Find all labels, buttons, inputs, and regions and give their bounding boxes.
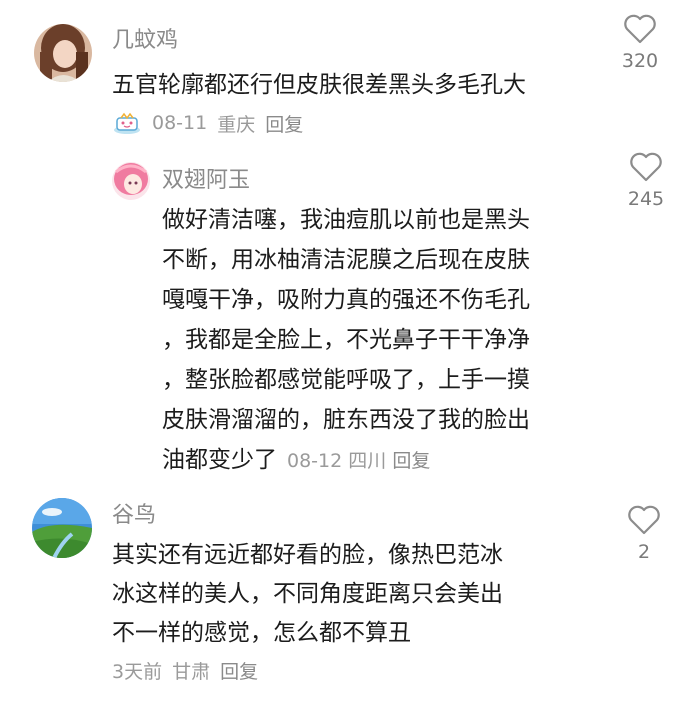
comment-location: 重庆 — [217, 113, 256, 136]
heart-icon — [628, 505, 660, 535]
heart-icon — [630, 152, 662, 182]
reply-button[interactable]: 回复 — [265, 110, 303, 137]
avatar-commenter-1[interactable] — [34, 24, 92, 82]
comment-meta: 3天前 甘肃 回复 — [112, 657, 258, 683]
comment-author-name[interactable]: 谷鸟 — [112, 505, 156, 527]
comment-meta: 08-11 重庆 回复 — [112, 110, 303, 136]
avatar-commenter-2[interactable] — [112, 162, 150, 200]
comment-author-name[interactable]: 几蚊鸡 — [112, 30, 178, 52]
avatar-girl-image — [34, 24, 92, 82]
comment-date: 08-11 — [152, 112, 208, 134]
comment-location: 甘肃 — [172, 660, 211, 683]
comment-text: 做好清洁噻，我油痘肌以前也是黑头 不断，用冰柚清洁泥膜之后现在皮肤 嘎嘎干净，吸… — [162, 200, 530, 481]
comment-date: 3天前 — [112, 660, 163, 683]
comment-location: 四川 — [348, 450, 387, 472]
like-button[interactable]: 245 — [616, 152, 676, 210]
avatar-commenter-3[interactable] — [32, 498, 92, 558]
like-button[interactable]: 2 — [614, 505, 674, 563]
comment-text-body: 做好清洁噻，我油痘肌以前也是黑头 不断，用冰柚清洁泥膜之后现在皮肤 嘎嘎干净，吸… — [162, 207, 530, 473]
like-count: 320 — [621, 50, 659, 72]
avatar-anime-girl-image — [112, 162, 150, 200]
reply-button[interactable]: 回复 — [220, 657, 258, 684]
like-count: 2 — [637, 541, 651, 563]
comment-meta: 08-12 四川 回复 — [287, 450, 430, 472]
reply-button[interactable]: 回复 — [392, 450, 430, 472]
comment-date: 08-12 — [287, 450, 343, 472]
comment-text: 五官轮廓都还行但皮肤很差黑头多毛孔大 — [112, 72, 526, 98]
like-count: 245 — [627, 188, 665, 210]
like-button[interactable]: 320 — [610, 14, 670, 72]
comment-text: 其实还有远近都好看的脸，像热巴范冰 冰这样的美人，不同角度距离只会美出 不一样的… — [112, 542, 503, 646]
avatar-landscape-image — [32, 498, 92, 558]
heart-icon — [624, 14, 656, 44]
comment-author-name[interactable]: 双翅阿玉 — [162, 170, 250, 192]
fan-badge-icon — [112, 111, 142, 135]
